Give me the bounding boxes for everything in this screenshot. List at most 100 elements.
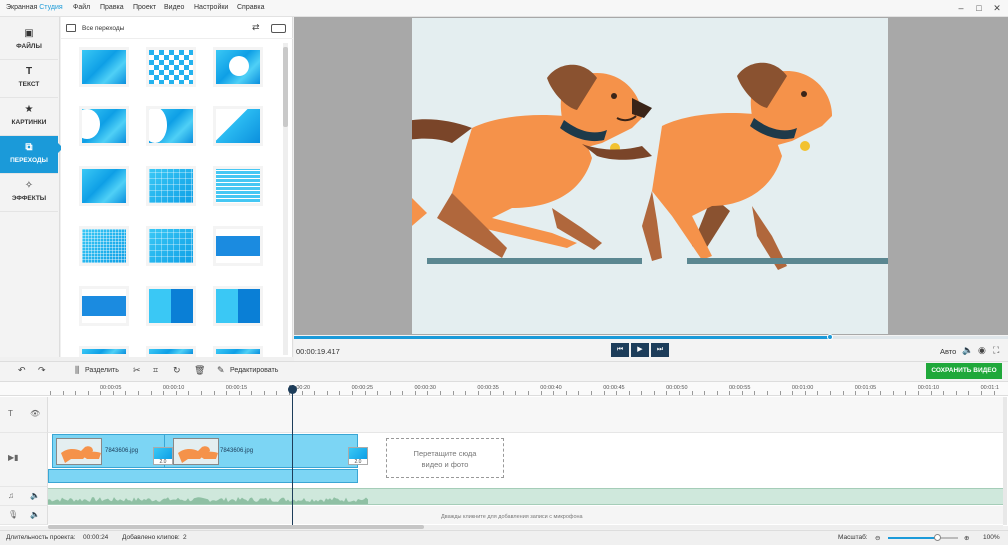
zoom-out-icon[interactable]: ⊖ [875, 534, 880, 542]
save-video-button[interactable]: СОХРАНИТЬ ВИДЕО [926, 363, 1002, 379]
view-toggle-icon[interactable] [271, 24, 286, 33]
scale-label: Масштаб: [838, 534, 868, 541]
audio-waveform [48, 497, 368, 504]
nav-files[interactable]: ▣ ФАЙЛЫ [0, 22, 58, 60]
skip-forward-icon: ⏭ [656, 346, 664, 353]
nav-pictures[interactable]: ★ КАРТИНКИ [0, 98, 58, 136]
crop-icon[interactable]: ⌗ [153, 365, 158, 376]
nav-transitions[interactable]: ⧉ ПЕРЕХОДЫ [0, 136, 58, 174]
ruler-tick [943, 391, 944, 395]
nav-effects[interactable]: ✧ ЭФФЕКТЫ [0, 174, 58, 212]
transition-thumbnail[interactable] [79, 106, 129, 146]
transition-thumbnail[interactable] [146, 166, 196, 206]
skip-forward-button[interactable]: ⏭ [651, 343, 669, 357]
redo-icon[interactable]: ↷ [38, 365, 46, 376]
film-icon [66, 24, 76, 32]
ruler-tick [956, 391, 957, 395]
camera-icon[interactable]: ◉ [978, 345, 986, 356]
rotate-icon[interactable]: ↻ [173, 365, 181, 376]
play-button[interactable]: ▶ [631, 343, 649, 357]
ruler-tick [805, 391, 806, 395]
transition-thumbnail[interactable] [79, 346, 129, 357]
transition-thumbnail[interactable] [146, 286, 196, 326]
delete-icon[interactable]: 🗑 [194, 365, 205, 376]
ground-line-right [687, 258, 888, 264]
transition-thumbnail[interactable] [146, 47, 196, 87]
transition-thumbnail[interactable] [146, 346, 196, 357]
speaker-icon[interactable]: 🔈 [30, 510, 40, 519]
transition-thumbnail[interactable] [213, 47, 263, 87]
transition-thumbnail[interactable] [79, 166, 129, 206]
timeline-scroll-thumb[interactable] [48, 525, 424, 529]
minimize-icon[interactable]: – [954, 2, 968, 14]
transition-thumbnail[interactable] [213, 286, 263, 326]
transition-thumbnail[interactable] [146, 226, 196, 266]
ruler-tick [63, 391, 64, 395]
volume-icon[interactable]: 🔈 [962, 345, 973, 356]
dogs-illustration [412, 62, 888, 270]
menu-video[interactable]: Видео [164, 4, 184, 11]
transition-thumbnail[interactable] [213, 166, 263, 206]
transition-thumbnail[interactable] [213, 106, 263, 146]
ruler-label: 00:00:05 [100, 385, 122, 391]
split-icon[interactable]: ⫼ [75, 365, 79, 376]
transition-thumbnail[interactable] [146, 106, 196, 146]
playhead-handle[interactable] [288, 385, 297, 394]
music-note-icon: ♫ [8, 491, 14, 500]
transition-thumbnail[interactable] [79, 226, 129, 266]
video-clip-2[interactable]: 7843606.jpg [164, 434, 358, 468]
eye-icon[interactable]: 👁 [30, 409, 40, 418]
ruler-tick [176, 391, 177, 395]
ruler-tick [729, 391, 730, 395]
ruler-tick [113, 391, 114, 395]
video-clip-1[interactable]: 7843606.jpg [52, 434, 166, 468]
shuffle-icon[interactable]: ⇄ [252, 22, 260, 33]
split-button[interactable]: Разделить [85, 367, 119, 374]
nav-text[interactable]: T ТЕКСТ [0, 60, 58, 98]
text-track-icon: T [8, 409, 13, 418]
text-track[interactable] [48, 397, 1003, 433]
menu-help[interactable]: Справка [237, 4, 264, 11]
menu-project[interactable]: Проект [133, 4, 156, 11]
magic-wand-icon: ✧ [24, 180, 34, 191]
dropzone-line-2: видео и фото [421, 460, 469, 469]
playback-progress-knob[interactable] [826, 334, 833, 340]
menu-edit[interactable]: Правка [100, 4, 124, 11]
transition-thumbnail[interactable] [213, 226, 263, 266]
transitions-title: Все переходы [82, 25, 125, 32]
skip-back-button[interactable]: ⏮ [611, 343, 629, 357]
ruler-tick [151, 391, 152, 395]
undo-icon[interactable]: ↶ [18, 365, 26, 376]
transitions-icon: ⧉ [25, 142, 33, 153]
edit-icon[interactable]: ✎ [217, 365, 225, 376]
cut-icon[interactable]: ✂ [133, 365, 141, 376]
ruler-tick [666, 391, 667, 395]
maximize-icon[interactable]: □ [972, 2, 986, 14]
music-track[interactable] [48, 488, 1003, 505]
ruler-label: 00:01:05 [854, 385, 877, 391]
menu-file[interactable]: Файл [73, 4, 90, 11]
close-icon[interactable]: ✕ [990, 2, 1004, 14]
transition-thumbnail[interactable] [213, 346, 263, 357]
ruler-tick [981, 391, 982, 395]
menu-settings[interactable]: Настройки [194, 4, 228, 11]
edit-button[interactable]: Редактировать [230, 367, 278, 374]
speaker-icon[interactable]: 🔈 [30, 491, 40, 500]
transitions-scroll-thumb[interactable] [283, 47, 288, 127]
ruler-tick [742, 391, 743, 395]
transition-marker-2[interactable]: 2.0 [348, 447, 368, 465]
nav-effects-label: ЭФФЕКТЫ [11, 195, 47, 202]
ruler-tick [931, 391, 932, 395]
transition-marker-1[interactable]: 2.0 [153, 447, 173, 465]
clip-audio-bar[interactable] [48, 469, 358, 483]
transition-thumbnail[interactable] [79, 47, 129, 87]
transition-thumbnail[interactable] [79, 286, 129, 326]
zoom-in-icon[interactable]: ⊕ [964, 534, 969, 542]
nav-files-label: ФАЙЛЫ [16, 43, 42, 50]
aspect-auto-label[interactable]: Авто [940, 347, 956, 356]
zoom-slider-knob[interactable] [934, 534, 941, 541]
media-dropzone[interactable]: Перетащите сюда видео и фото [386, 438, 504, 478]
fullscreen-icon[interactable]: ⛶ [993, 345, 999, 356]
timeline-vertical-scrollbar[interactable] [1003, 397, 1007, 525]
ruler-tick [125, 391, 126, 395]
